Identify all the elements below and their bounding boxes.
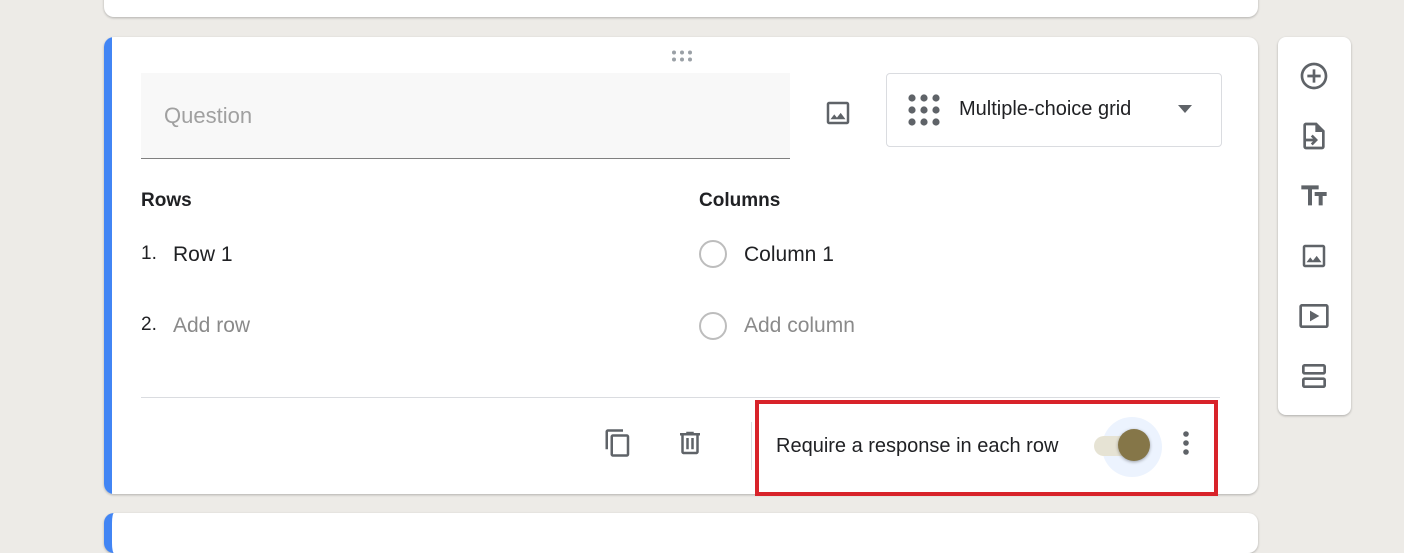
copy-icon xyxy=(603,428,633,458)
toggle-thumb xyxy=(1118,429,1150,461)
require-response-label: Require a response in each row xyxy=(776,435,1059,457)
chevron-down-icon xyxy=(1175,102,1195,116)
add-row-number: 2. xyxy=(141,314,157,335)
column-option[interactable]: Column 1 xyxy=(744,243,834,267)
drag-handle-icon[interactable] xyxy=(670,49,694,63)
question-input[interactable] xyxy=(141,73,790,158)
footer-divider xyxy=(141,397,1220,398)
image-icon xyxy=(1299,241,1329,271)
rows-heading: Rows xyxy=(141,190,192,211)
row-option[interactable]: Row 1 xyxy=(173,243,233,267)
trash-icon xyxy=(675,428,705,458)
columns-heading: Columns xyxy=(699,190,781,211)
question-card[interactable]: Multiple-choice grid Rows Columns 1. Row… xyxy=(104,37,1258,494)
delete-button[interactable] xyxy=(670,423,710,463)
duplicate-button[interactable] xyxy=(598,423,638,463)
add-question-button[interactable] xyxy=(1294,56,1334,96)
import-questions-button[interactable] xyxy=(1294,116,1334,156)
question-type-dropdown[interactable]: Multiple-choice grid xyxy=(886,73,1222,147)
add-column-radio-icon xyxy=(699,312,727,340)
row-number: 1. xyxy=(141,243,157,264)
section-icon xyxy=(1298,360,1330,392)
add-row-button[interactable]: Add row xyxy=(173,314,250,338)
next-question-card xyxy=(104,513,1258,553)
add-question-image-button[interactable] xyxy=(818,93,858,133)
add-video-button[interactable] xyxy=(1294,296,1334,336)
image-icon xyxy=(823,98,853,128)
add-image-button[interactable] xyxy=(1294,236,1334,276)
add-column-button[interactable]: Add column xyxy=(744,314,855,338)
require-response-toggle[interactable] xyxy=(1094,417,1162,477)
footer-separator xyxy=(751,422,752,470)
more-vert-icon xyxy=(1182,430,1190,456)
column-radio-icon xyxy=(699,240,727,268)
question-title-field[interactable] xyxy=(141,73,790,159)
active-card-accent xyxy=(104,37,112,494)
video-icon xyxy=(1298,300,1330,332)
grid-icon xyxy=(907,93,941,127)
import-icon xyxy=(1298,120,1330,152)
add-circle-icon xyxy=(1298,60,1330,92)
add-section-button[interactable] xyxy=(1294,356,1334,396)
previous-question-card xyxy=(104,0,1258,17)
more-options-button[interactable] xyxy=(1166,423,1206,463)
question-type-label: Multiple-choice grid xyxy=(959,98,1132,120)
floating-toolbar xyxy=(1278,37,1351,415)
title-icon xyxy=(1298,180,1330,212)
add-title-button[interactable] xyxy=(1294,176,1334,216)
